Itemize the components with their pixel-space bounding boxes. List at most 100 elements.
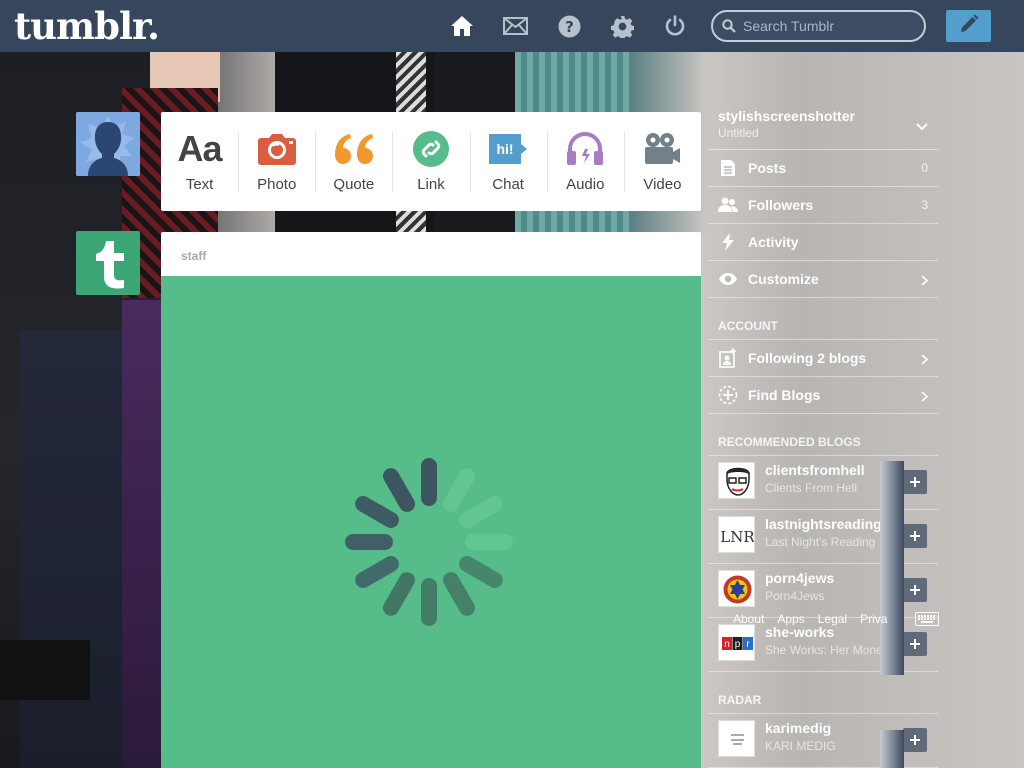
svg-text:?: ? (565, 18, 574, 36)
search-input[interactable] (743, 17, 918, 35)
chevron-right-icon (921, 389, 929, 407)
blog-title: Untitled (718, 126, 759, 140)
post-type-video[interactable]: Video (623, 112, 701, 211)
post-type-link[interactable]: Link (392, 112, 469, 211)
sidebar-item-label: Find Blogs (748, 387, 821, 403)
svg-text:p: p (735, 639, 741, 650)
post-type-text[interactable]: Aa Text (161, 112, 238, 211)
sidebar-item-label: Customize (748, 271, 819, 287)
svg-text:n: n (724, 639, 730, 650)
post-type-chat[interactable]: hi! Chat (469, 112, 547, 211)
blog-name: stylishscreenshotter (718, 108, 855, 124)
sidebar-item-following[interactable]: Following 2 blogs (708, 340, 938, 377)
posts-count: 0 (921, 161, 928, 175)
post-type-quote[interactable]: Quote (315, 112, 392, 211)
blog-name: she-works (765, 624, 835, 640)
mail-icon[interactable] (502, 13, 528, 39)
scroll-shadow (880, 461, 904, 675)
staff-avatar[interactable] (76, 231, 140, 295)
home-icon[interactable] (449, 13, 475, 39)
post-type-bar: Aa Text Photo Quote Link hi! Chat Audio (161, 112, 701, 211)
account-heading: ACCOUNT (708, 298, 938, 340)
text-icon: Aa (177, 128, 223, 169)
search-box[interactable] (711, 10, 926, 42)
help-icon[interactable]: ? (556, 13, 582, 39)
find-blogs-icon (718, 385, 738, 405)
post-type-label: Text (185, 176, 214, 193)
settings-icon[interactable] (609, 13, 635, 39)
activity-icon (718, 232, 738, 252)
posts-icon (718, 158, 738, 178)
blog-name: clientsfromhell (765, 462, 865, 478)
follow-button[interactable] (903, 524, 927, 548)
following-icon (718, 348, 738, 368)
footer-link-about[interactable]: About (733, 612, 764, 626)
eye-icon (718, 269, 738, 289)
footer-links: About Apps Legal Priva (733, 612, 887, 626)
sidebar-item-activity[interactable]: Activity (708, 224, 938, 261)
footer-link-privacy[interactable]: Priva (860, 612, 887, 626)
chat-icon: hi! (487, 130, 529, 168)
blog-title: She Works: Her Money (765, 643, 889, 657)
blog-title: Clients From Hell (765, 481, 858, 495)
post-type-photo[interactable]: Photo (238, 112, 315, 211)
follow-button[interactable] (903, 632, 927, 656)
sidebar-item-followers[interactable]: Followers 3 (708, 187, 938, 224)
post-author[interactable]: staff (181, 249, 206, 263)
post-type-label: Link (417, 176, 445, 193)
blog-title: KARI MEDIG (765, 739, 836, 753)
camera-icon (257, 130, 297, 168)
post-body (161, 276, 701, 768)
chevron-down-icon (916, 118, 928, 136)
follow-button[interactable] (903, 728, 927, 752)
loading-spinner (345, 458, 513, 626)
blog-avatar: LNR (718, 516, 755, 553)
post-header: staff (161, 232, 701, 276)
followers-icon (718, 195, 738, 215)
post-card: staff (161, 232, 701, 768)
recommended-heading: RECOMMENDED BLOGS (708, 414, 938, 456)
blog-avatar (718, 462, 755, 499)
chevron-right-icon (921, 273, 929, 291)
svg-text:hi!: hi! (497, 141, 514, 157)
user-avatar[interactable] (76, 112, 140, 176)
tumblr-logo[interactable]: tumblr. (14, 4, 160, 48)
sidebar-item-label: Followers (748, 197, 814, 213)
blog-avatar (718, 570, 755, 607)
post-type-label: Video (643, 176, 682, 193)
footer-link-legal[interactable]: Legal (818, 612, 847, 626)
blog-avatar (718, 720, 755, 757)
sidebar-item-customize[interactable]: Customize (708, 261, 938, 298)
blog-name: porn4jews (765, 570, 835, 586)
video-camera-icon (642, 130, 682, 168)
sidebar-item-posts[interactable]: Posts 0 (708, 150, 938, 187)
svg-text:LNR: LNR (720, 528, 755, 546)
follow-button[interactable] (903, 578, 927, 602)
sidebar-item-label: Posts (748, 160, 787, 176)
power-icon[interactable] (662, 13, 688, 39)
follow-button[interactable] (903, 470, 927, 494)
blog-name: lastnightsreading (765, 516, 882, 532)
sidebar-item-find-blogs[interactable]: Find Blogs (708, 377, 938, 414)
quote-icon (333, 130, 375, 168)
post-type-label: Quote (333, 176, 375, 193)
pencil-icon (959, 14, 979, 39)
link-icon (412, 130, 450, 168)
blog-title: Last Night's Reading (765, 535, 876, 549)
compose-button[interactable] (946, 10, 991, 42)
post-type-label: Chat (492, 176, 524, 193)
footer-link-apps[interactable]: Apps (777, 612, 804, 626)
sidebar-item-label: Activity (748, 234, 799, 250)
blog-name: karimedig (765, 720, 832, 736)
followers-count: 3 (921, 198, 928, 212)
keyboard-shortcuts-icon[interactable] (915, 612, 939, 631)
post-type-label: Photo (257, 176, 297, 193)
top-navigation-bar: tumblr. ? (0, 0, 1024, 52)
chevron-right-icon (921, 352, 929, 370)
search-icon (722, 19, 736, 38)
blog-switcher[interactable]: stylishscreenshotter Untitled (708, 100, 938, 150)
radar-heading: RADAR (708, 672, 938, 714)
post-type-label: Audio (566, 176, 605, 193)
sidebar-item-label: Following 2 blogs (748, 350, 867, 366)
post-type-audio[interactable]: Audio (546, 112, 624, 211)
